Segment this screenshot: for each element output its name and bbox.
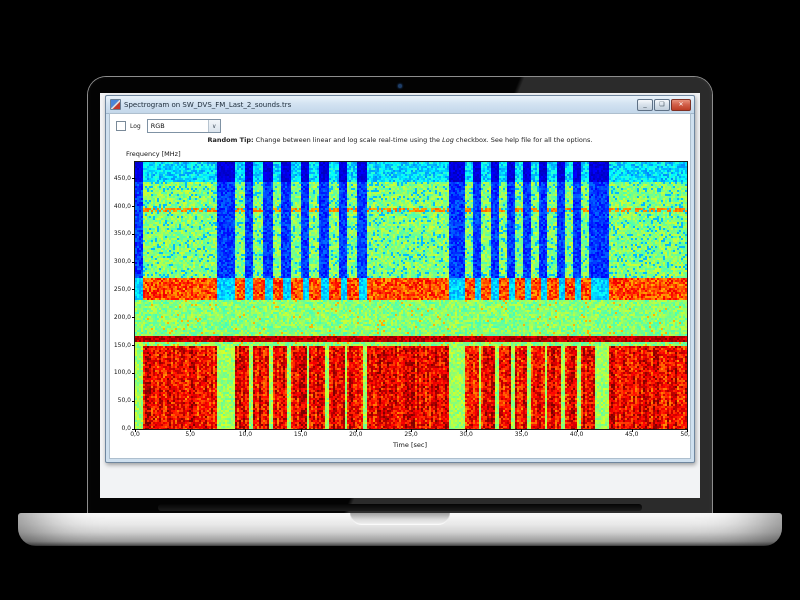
colormap-dropdown[interactable]: RGB ∨ xyxy=(147,119,221,133)
y-tick-mark xyxy=(132,289,135,290)
x-tick-label: 45,0 xyxy=(622,432,642,438)
y-tick-label: 250,0 xyxy=(109,287,131,293)
tip-prefix: Random Tip: xyxy=(208,136,254,144)
x-tick-label: 15,0 xyxy=(291,432,311,438)
y-tick-label: 450,0 xyxy=(109,176,131,182)
spectrogram-plot[interactable]: 0,05,010,015,020,025,030,035,040,045,050… xyxy=(134,161,688,430)
tip-body1: Change between linear and log scale real… xyxy=(254,136,443,144)
y-tick-label: 50,0 xyxy=(109,398,131,404)
tip-emphasis: Log xyxy=(442,136,454,144)
window-client-area: Log RGB ∨ Random Tip: Change between lin… xyxy=(109,113,691,459)
y-tick-mark xyxy=(132,429,135,430)
y-tick-mark xyxy=(132,234,135,235)
y-tick-mark xyxy=(132,401,135,402)
webcam-icon xyxy=(398,84,402,88)
log-checkbox[interactable] xyxy=(116,121,126,131)
x-tick-label: 50,0 xyxy=(677,432,691,438)
y-tick-label: 400,0 xyxy=(109,204,131,210)
laptop-screen: Spectrogram on SW_DVS_FM_Last_2_sounds.t… xyxy=(88,77,712,513)
window-title: Spectrogram on SW_DVS_FM_Last_2_sounds.t… xyxy=(124,101,637,109)
y-tick-mark xyxy=(132,206,135,207)
y-tick-label: 0,0 xyxy=(109,426,131,432)
y-tick-mark xyxy=(132,317,135,318)
close-button[interactable]: ✕ xyxy=(671,99,691,111)
random-tip-text: Random Tip: Change between linear and lo… xyxy=(110,135,690,146)
x-tick-label: 0,0 xyxy=(125,432,145,438)
toolbar: Log RGB ∨ xyxy=(110,114,690,135)
y-tick-label: 300,0 xyxy=(109,259,131,265)
spectrogram-canvas[interactable] xyxy=(135,162,687,429)
y-tick-mark xyxy=(132,345,135,346)
laptop-base xyxy=(18,513,782,546)
x-axis-label: Time [sec] xyxy=(134,441,686,449)
x-tick-label: 5,0 xyxy=(180,432,200,438)
tip-body2: checkbox. See help file for all the opti… xyxy=(454,136,593,144)
y-tick-mark xyxy=(132,262,135,263)
window-titlebar[interactable]: Spectrogram on SW_DVS_FM_Last_2_sounds.t… xyxy=(106,96,694,114)
colormap-dropdown-value: RGB xyxy=(148,122,208,130)
y-tick-label: 350,0 xyxy=(109,231,131,237)
minimize-button[interactable]: _ xyxy=(637,99,653,111)
y-tick-mark xyxy=(132,373,135,374)
app-icon xyxy=(110,99,121,110)
x-tick-label: 35,0 xyxy=(511,432,531,438)
x-tick-label: 10,0 xyxy=(235,432,255,438)
x-tick-label: 40,0 xyxy=(567,432,587,438)
y-tick-label: 150,0 xyxy=(109,343,131,349)
spectrogram-window: Spectrogram on SW_DVS_FM_Last_2_sounds.t… xyxy=(105,95,695,463)
x-tick-label: 25,0 xyxy=(401,432,421,438)
laptop-hinge xyxy=(158,504,642,511)
y-axis-label: Frequency [MHz] xyxy=(126,150,691,158)
plot-block: Frequency [MHz] 0,05,010,015,020,025,030… xyxy=(134,150,691,449)
chevron-down-icon: ∨ xyxy=(208,120,220,132)
maximize-button[interactable]: ❏ xyxy=(654,99,670,111)
y-tick-label: 100,0 xyxy=(109,370,131,376)
x-tick-label: 30,0 xyxy=(456,432,476,438)
y-tick-label: 200,0 xyxy=(109,315,131,321)
desktop: Spectrogram on SW_DVS_FM_Last_2_sounds.t… xyxy=(100,93,700,498)
y-tick-mark xyxy=(132,178,135,179)
x-tick-label: 20,0 xyxy=(346,432,366,438)
laptop-notch xyxy=(350,513,450,525)
log-checkbox-label: Log xyxy=(130,123,141,130)
